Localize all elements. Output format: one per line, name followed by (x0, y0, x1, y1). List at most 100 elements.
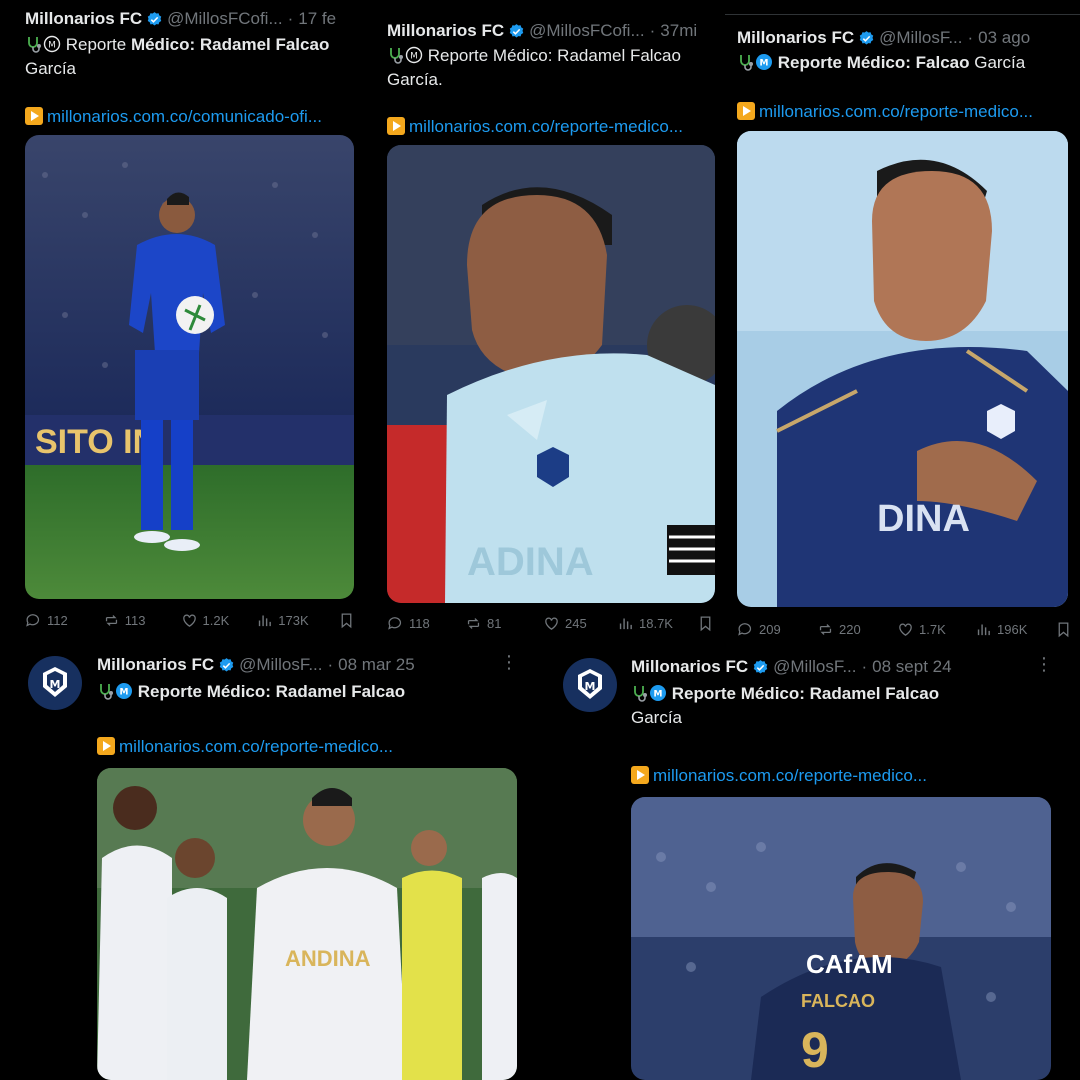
tweet-text: M Reporte Médico: Radamel Falcao (97, 680, 517, 704)
svg-text:M: M (50, 678, 61, 691)
account-handle[interactable]: @MillosF... (879, 27, 962, 49)
repost-icon (467, 618, 480, 629)
play-button-icon (387, 117, 405, 135)
m-logo-icon: M (649, 684, 667, 702)
view-count: 18.7K (639, 616, 673, 631)
account-handle[interactable]: @MillosF... (239, 654, 322, 676)
like-button[interactable]: 1.7K (897, 621, 975, 638)
tweet-card-4[interactable]: M Millonarios FC @MillosF... · 08 mar 25… (20, 644, 530, 1080)
tweet-text: M Reporte Médico: Radamel Falcao García (25, 35, 330, 78)
tweet-link[interactable]: millonarios.com.co/comunicado-ofi... (25, 106, 360, 128)
views-button[interactable]: 18.7K (617, 615, 697, 632)
bookmark-button[interactable] (1055, 621, 1072, 638)
like-count: 1.7K (919, 622, 946, 637)
tweet-card-3[interactable]: Millonarios FC @MillosF... · 03 ago M Re… (725, 14, 1080, 645)
tweet-card-2[interactable]: Millonarios FC @MillosFCofi... · 37mi M … (362, 0, 720, 640)
reply-icon (26, 614, 40, 627)
tweet-photo[interactable]: CAfAM FALCAO 9 (631, 797, 1051, 1080)
heart-icon (182, 614, 196, 627)
reply-button[interactable]: 118 (387, 615, 465, 632)
view-count: 173K (278, 613, 309, 628)
more-options-button[interactable]: ⋮ (500, 652, 518, 673)
stethoscope-icon (737, 53, 755, 71)
like-button[interactable]: 245 (543, 615, 617, 632)
tweet-timestamp[interactable]: 08 mar 25 (338, 654, 415, 676)
account-handle[interactable]: @MillosFCofi... (167, 8, 283, 30)
like-count: 1.2K (202, 613, 230, 628)
repost-count: 113 (124, 613, 146, 628)
svg-text:M: M (585, 680, 596, 693)
like-button[interactable]: 1.2K (181, 612, 257, 629)
tweet-photo[interactable]: DINA (737, 131, 1068, 607)
repost-button[interactable]: 81 (465, 615, 543, 632)
tweet-photo[interactable]: ADINA (387, 145, 715, 603)
views-chart-icon (619, 618, 632, 630)
tweet-card-5[interactable]: M Millonarios FC @MillosF... · 08 sept 2… (555, 644, 1080, 1080)
bookmark-button[interactable] (338, 612, 355, 629)
tweet-link[interactable]: millonarios.com.co/reporte-medico... (737, 101, 1077, 123)
tweet-timestamp[interactable]: 08 sept 24 (872, 656, 951, 678)
play-button-icon (737, 102, 755, 120)
m-letter-icon: M (43, 35, 61, 53)
svg-text:M: M (654, 690, 663, 700)
svg-text:ADINA: ADINA (467, 540, 594, 584)
repost-icon (105, 615, 117, 626)
svg-text:CAfAM: CAfAM (806, 949, 893, 979)
heart-icon (545, 617, 558, 630)
bookmark-button[interactable] (697, 615, 714, 632)
avatar[interactable]: M (28, 656, 82, 710)
play-button-icon (97, 737, 115, 755)
svg-text:M: M (120, 688, 129, 698)
play-button-icon (631, 766, 649, 784)
heart-icon (899, 623, 912, 636)
svg-text:9: 9 (801, 1022, 829, 1078)
reply-count: 209 (759, 622, 781, 637)
tweet-text: M Reporte Médico: Falcao García (737, 51, 1077, 75)
tweet-timestamp[interactable]: 17 fe (298, 8, 336, 30)
account-name[interactable]: Millonarios FC (631, 656, 748, 678)
more-options-button[interactable]: ⋮ (1035, 654, 1053, 675)
repost-button[interactable]: 113 (103, 612, 181, 629)
tweet-link[interactable]: millonarios.com.co/reporte-medico... (631, 765, 1061, 787)
reply-button[interactable]: 209 (737, 621, 817, 638)
views-button[interactable]: 173K (256, 612, 338, 629)
stethoscope-icon (97, 682, 115, 700)
view-count: 196K (997, 622, 1028, 637)
svg-text:M: M (48, 41, 56, 51)
verified-badge-icon (218, 657, 235, 674)
avatar[interactable]: M (563, 658, 617, 712)
m-logo-icon: M (115, 682, 133, 700)
tweet-link[interactable]: millonarios.com.co/reporte-medico... (387, 116, 715, 138)
verified-badge-icon (146, 11, 163, 28)
tweet-timestamp[interactable]: 37mi (660, 20, 697, 42)
repost-button[interactable]: 220 (817, 621, 897, 638)
repost-count: 220 (839, 622, 861, 637)
stethoscope-icon (387, 46, 405, 64)
tweet-photo[interactable]: ANDINA (97, 768, 517, 1080)
account-name[interactable]: Millonarios FC (25, 8, 142, 30)
svg-text:M: M (760, 59, 769, 69)
account-name[interactable]: Millonarios FC (97, 654, 214, 676)
views-chart-icon (259, 615, 272, 627)
tweet-photo[interactable]: SITO IN (25, 135, 354, 599)
like-count: 245 (565, 616, 587, 631)
account-name[interactable]: Millonarios FC (737, 27, 854, 49)
bookmark-icon (1058, 622, 1069, 638)
tweet-text: M Reporte Médico: Radamel Falcao García. (387, 46, 681, 89)
tweet-card-1[interactable]: Millonarios FC @MillosFCofi... · 17 fe M… (0, 0, 370, 640)
account-name[interactable]: Millonarios FC (387, 20, 504, 42)
svg-text:FALCAO: FALCAO (801, 991, 875, 1011)
tweet-link[interactable]: millonarios.com.co/reporte-medico... (97, 736, 517, 758)
tweet-timestamp[interactable]: 03 ago (978, 27, 1030, 49)
svg-text:M: M (410, 52, 418, 62)
account-handle[interactable]: @MillosFCofi... (529, 20, 645, 42)
account-handle[interactable]: @MillosF... (773, 656, 856, 678)
play-button-icon (25, 107, 43, 125)
reply-button[interactable]: 112 (25, 612, 103, 629)
reply-icon (388, 617, 402, 630)
svg-text:DINA: DINA (877, 498, 970, 540)
stethoscope-icon (25, 35, 43, 53)
verified-badge-icon (858, 30, 875, 47)
verified-badge-icon (752, 659, 769, 676)
views-button[interactable]: 196K (975, 621, 1055, 638)
